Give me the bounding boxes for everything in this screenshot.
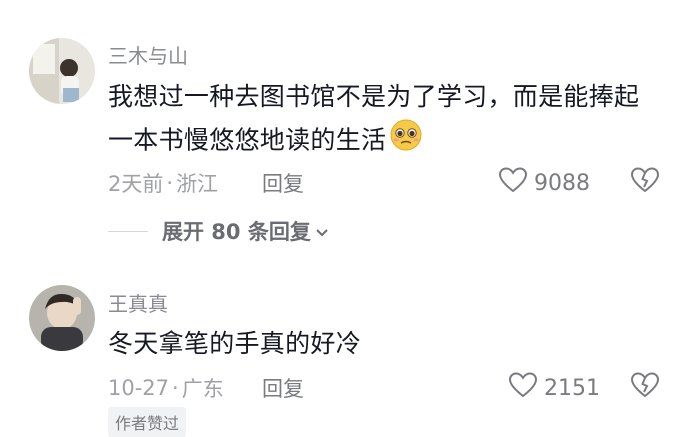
chevron-down-icon <box>315 219 329 243</box>
reply-button[interactable]: 回复 <box>262 373 304 403</box>
like-count: 2151 <box>544 375 600 401</box>
divider <box>108 230 148 232</box>
comment-time: 10-27 <box>108 376 170 400</box>
username[interactable]: 三木与山 <box>108 40 188 69</box>
heart-icon <box>508 371 538 405</box>
separator: · <box>172 376 179 400</box>
separator: · <box>166 171 174 195</box>
username[interactable]: 王真真 <box>108 288 168 317</box>
comment-text-line: 一本书慢悠悠地读的生活 <box>108 118 639 165</box>
like-button[interactable]: 9088 <box>498 166 590 200</box>
comment-text-line-content: 一本书慢悠悠地读的生活 <box>108 125 387 155</box>
expand-replies-button[interactable]: 展开 80 条回复 <box>108 216 329 246</box>
dislike-button[interactable] <box>630 371 660 403</box>
expand-replies-label: 展开 80 条回复 <box>162 220 311 244</box>
comment-text: 冬天拿笔的手真的好冷 <box>108 329 362 358</box>
heart-icon <box>498 166 528 200</box>
broken-heart-icon <box>630 372 660 403</box>
comment-time: 2天前 <box>108 172 164 196</box>
avatar[interactable] <box>29 285 95 351</box>
comment-location: 广东 <box>181 377 224 401</box>
dislike-button[interactable] <box>630 166 660 198</box>
comment-text-line: 我想过一种去图书馆不是为了学习，而是能捧起 <box>108 82 640 111</box>
like-button[interactable]: 2151 <box>508 371 600 405</box>
comment-location: 浙江 <box>176 172 219 196</box>
avatar[interactable] <box>29 38 95 104</box>
comment-meta: 2天前 · 浙江 <box>108 168 218 198</box>
pleading-face-emoji-icon <box>389 118 423 165</box>
like-count: 9088 <box>534 170 590 196</box>
comment-meta: 10-27 · 广东 <box>108 373 224 403</box>
reply-button[interactable]: 回复 <box>262 168 304 198</box>
broken-heart-icon <box>630 167 660 198</box>
comment-text: 我想过一种去图书馆不是为了学习，而是能捧起 一本书慢悠悠地读的生活 <box>108 76 639 165</box>
author-liked-badge: 作者赞过 <box>108 407 187 437</box>
